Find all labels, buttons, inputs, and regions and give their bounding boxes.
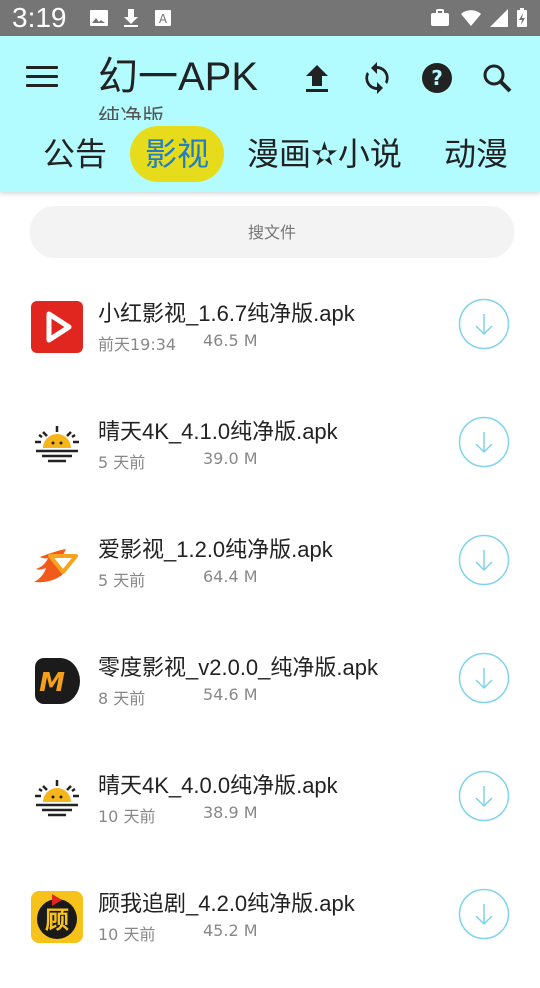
search-input[interactable] — [30, 206, 514, 258]
status-bar: 3:19 A — [0, 0, 540, 36]
wifi-icon — [461, 10, 481, 26]
list-item[interactable]: 晴天4K_4.1.0纯净版.apk 5 天前 39.0 M — [0, 398, 540, 516]
red-play-app-icon — [31, 301, 83, 353]
list-item[interactable]: M 零度影视_v2.0.0_纯净版.apk 8 天前 54.6 M — [0, 634, 540, 752]
file-size: 39.0 M — [203, 449, 258, 468]
upload-icon[interactable] — [299, 60, 335, 96]
list-item[interactable]: 顾 顾我追剧_4.2.0纯净版.apk 10 天前 45.2 M — [0, 870, 540, 988]
help-icon[interactable]: ? — [419, 60, 455, 96]
download-icon[interactable] — [458, 416, 510, 468]
file-date: 8 天前 — [98, 689, 146, 708]
m-logo-app-icon: M — [35, 658, 80, 704]
download-icon[interactable] — [458, 770, 510, 822]
file-size: 64.4 M — [203, 567, 258, 586]
sunrise-app-icon — [35, 780, 79, 817]
file-name: 爱影视_1.2.0纯净版.apk — [98, 537, 333, 562]
app-bar: 幻一APK 纯净版 ? 公告 影视 漫画✫小说 动漫 — [0, 36, 540, 192]
tab-bar: 公告 影视 漫画✫小说 动漫 — [0, 124, 540, 184]
tab-anime[interactable]: 动漫 — [444, 126, 508, 182]
text-a-icon: A — [155, 10, 171, 26]
file-size: 45.2 M — [203, 921, 258, 940]
app-subtitle: 纯净版 — [98, 106, 165, 120]
svg-text:A: A — [159, 12, 168, 26]
file-name: 零度影视_v2.0.0_纯净版.apk — [98, 655, 378, 680]
search-icon[interactable] — [479, 60, 515, 96]
file-size: 38.9 M — [203, 803, 258, 822]
app-title: 幻一APK — [98, 55, 259, 99]
download-icon[interactable] — [458, 888, 510, 940]
file-name: 顾我追剧_4.2.0纯净版.apk — [98, 891, 355, 916]
tab-movies[interactable]: 影视 — [130, 126, 225, 182]
svg-text:M: M — [39, 668, 65, 698]
flame-app-icon — [34, 549, 78, 583]
list-item[interactable]: 小红影视_1.6.7纯净版.apk 前天19:34 46.5 M — [0, 280, 540, 398]
svg-text:顾: 顾 — [45, 906, 69, 934]
file-date: 5 天前 — [98, 571, 146, 590]
file-size: 46.5 M — [203, 331, 258, 350]
image-icon — [90, 10, 108, 26]
svg-text:?: ? — [431, 66, 443, 90]
menu-button[interactable] — [26, 66, 58, 92]
file-size: 54.6 M — [203, 685, 258, 704]
gu-app-icon: 顾 — [31, 891, 83, 943]
file-date: 5 天前 — [98, 453, 146, 472]
file-name: 晴天4K_4.1.0纯净版.apk — [98, 419, 338, 444]
file-name: 晴天4K_4.0.0纯净版.apk — [98, 773, 338, 798]
signal-icon — [490, 9, 508, 27]
file-name: 小红影视_1.6.7纯净版.apk — [98, 301, 355, 326]
status-time: 3:19 — [12, 2, 67, 33]
file-date: 10 天前 — [98, 925, 156, 944]
file-date: 前天19:34 — [98, 335, 177, 354]
download-icon — [124, 9, 138, 27]
download-icon[interactable] — [458, 298, 510, 350]
briefcase-icon — [431, 9, 449, 26]
sync-icon[interactable] — [359, 60, 395, 96]
menu-icon — [26, 66, 58, 69]
download-icon[interactable] — [458, 652, 510, 704]
sunrise-app-icon — [35, 426, 79, 463]
list-item[interactable]: 爱影视_1.2.0纯净版.apk 5 天前 64.4 M — [0, 516, 540, 634]
tab-announcement[interactable]: 公告 — [43, 126, 107, 182]
list-item[interactable]: 晴天4K_4.0.0纯净版.apk 10 天前 38.9 M — [0, 752, 540, 870]
download-icon[interactable] — [458, 534, 510, 586]
battery-charging-icon — [517, 8, 527, 27]
file-date: 10 天前 — [98, 807, 156, 826]
tab-comics-novels[interactable]: 漫画✫小说 — [247, 126, 402, 182]
